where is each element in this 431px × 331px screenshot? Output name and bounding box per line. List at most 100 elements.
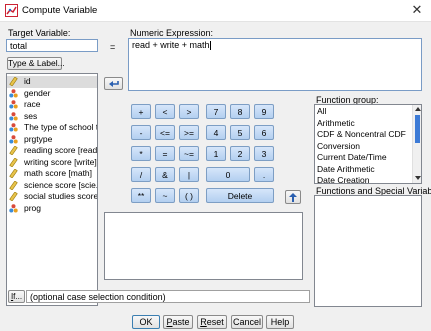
nominal-icon <box>9 100 21 109</box>
keypad-button[interactable]: 8 <box>230 104 250 119</box>
scale-ruler-icon <box>9 77 21 87</box>
variable-label: id <box>24 76 31 86</box>
arrow-left-icon <box>108 80 119 87</box>
variable-item[interactable]: social studies score... <box>7 191 97 203</box>
variable-label: writing score [write] <box>24 156 97 167</box>
scale-ruler-icon <box>9 169 21 179</box>
variable-item[interactable]: id <box>7 76 97 88</box>
target-variable-label: Target Variable: <box>8 28 71 38</box>
keypad-button[interactable]: = <box>155 146 175 161</box>
keypad-button[interactable]: 6 <box>254 125 274 140</box>
keypad-button[interactable]: >= <box>179 125 199 140</box>
function-group-item[interactable]: Arithmetic <box>315 118 411 130</box>
arrow-up-icon <box>289 193 297 203</box>
text-cursor <box>209 41 211 51</box>
numeric-expression-input[interactable]: read + write + math <box>128 38 422 91</box>
numeric-expression-label: Numeric Expression: <box>130 28 214 38</box>
if-condition-field: (optional case selection condition) <box>26 290 310 303</box>
function-group-item[interactable]: Date Creation <box>315 175 411 183</box>
nominal-icon <box>9 89 21 98</box>
variable-item[interactable]: The type of school t... <box>7 122 97 134</box>
keypad-button[interactable]: 5 <box>230 125 250 140</box>
keypad-button[interactable]: * <box>131 146 151 161</box>
nominal-icon <box>9 204 21 213</box>
keypad-button[interactable]: 7 <box>206 104 226 119</box>
numeric-expression-text: read + write + math <box>132 40 210 50</box>
keypad-button[interactable]: - <box>131 125 151 140</box>
scale-ruler-icon <box>9 180 21 190</box>
variable-label: reading score [read] <box>24 145 98 155</box>
nominal-icon <box>9 123 21 132</box>
keypad-button[interactable]: + <box>131 104 151 119</box>
keypad-button[interactable]: ~= <box>179 146 199 161</box>
target-variable-input[interactable]: total <box>6 39 98 52</box>
close-icon[interactable]: ✕ <box>409 2 425 18</box>
variable-item[interactable]: science score [scie... <box>7 180 97 192</box>
keypad-button[interactable]: <= <box>155 125 175 140</box>
variable-label: gender <box>24 87 51 98</box>
if-button[interactable]: If... <box>8 290 25 303</box>
keypad-button[interactable]: 9 <box>254 104 274 119</box>
function-group-item[interactable]: CDF & Noncentral CDF <box>315 129 411 141</box>
function-group-scrollbar[interactable] <box>412 105 421 183</box>
variable-item[interactable]: prog <box>7 203 97 215</box>
nominal-icon <box>9 135 21 144</box>
variable-label: math score [math] <box>24 168 93 178</box>
scale-ruler-icon <box>9 192 21 202</box>
keypad-button[interactable]: & <box>155 167 175 182</box>
nominal-icon <box>9 112 21 121</box>
scale-ruler-icon <box>9 146 21 156</box>
function-description-area <box>104 212 303 280</box>
variable-label: race <box>24 99 41 109</box>
type-label-button[interactable]: Type & Label... <box>7 57 65 70</box>
scale-ruler-icon <box>9 157 21 167</box>
variable-item[interactable]: race <box>7 99 97 111</box>
title-bar: Compute Variable ✕ <box>0 0 431 22</box>
function-group-list[interactable]: All Arithmetic CDF & Noncentral CDF Convers… <box>314 104 422 184</box>
variable-label: prgtype <box>24 133 53 144</box>
variable-label: social studies score... <box>24 191 98 201</box>
move-variable-button[interactable] <box>104 77 123 90</box>
ok-button[interactable]: OK <box>132 315 160 329</box>
keypad-button[interactable]: Delete <box>206 188 274 203</box>
variable-label: science score [scie... <box>24 179 98 190</box>
functions-special-list[interactable] <box>314 195 422 307</box>
keypad-button[interactable]: ( ) <box>179 188 199 203</box>
keypad-button[interactable]: ** <box>131 188 151 203</box>
function-group-item[interactable]: Conversion <box>315 141 411 153</box>
function-group-item[interactable]: Date Arithmetic <box>315 164 411 176</box>
variable-item[interactable]: gender <box>7 88 97 100</box>
keypad-button[interactable]: ~ <box>155 188 175 203</box>
variable-label: prog <box>24 202 42 213</box>
spss-app-icon <box>5 4 18 17</box>
keypad-button[interactable]: | <box>179 167 199 182</box>
paste-button[interactable]: Paste <box>163 315 193 329</box>
variable-item[interactable]: ses <box>7 111 97 123</box>
scroll-down-icon[interactable] <box>414 176 421 180</box>
keypad-button[interactable]: 0 <box>206 167 250 182</box>
move-function-button[interactable] <box>285 190 301 204</box>
scroll-up-icon[interactable] <box>414 107 421 111</box>
keypad-button[interactable]: 1 <box>206 146 226 161</box>
variable-label: The type of school t... <box>24 122 98 132</box>
help-button[interactable]: Help <box>266 315 294 329</box>
keypad-button[interactable]: / <box>131 167 151 182</box>
variable-label: ses <box>24 110 38 121</box>
variables-list[interactable]: id gender race ses The type of school t... pr… <box>6 73 98 306</box>
scroll-thumb[interactable] <box>414 115 420 143</box>
keypad-button[interactable]: 4 <box>206 125 226 140</box>
variable-item[interactable]: reading score [read] <box>7 145 97 157</box>
reset-button[interactable]: Reset <box>197 315 227 329</box>
keypad-button[interactable]: > <box>179 104 199 119</box>
variable-item[interactable]: writing score [write] <box>7 157 97 169</box>
equals-sign: = <box>110 42 116 52</box>
cancel-button[interactable]: Cancel <box>231 315 263 329</box>
keypad-button[interactable]: < <box>155 104 175 119</box>
variable-item[interactable]: math score [math] <box>7 168 97 180</box>
keypad-button[interactable]: 3 <box>254 146 274 161</box>
keypad-button[interactable]: . <box>254 167 274 182</box>
keypad-button[interactable]: 2 <box>230 146 250 161</box>
function-group-item[interactable]: All <box>315 106 411 118</box>
function-group-item[interactable]: Current Date/Time <box>315 152 411 164</box>
variable-item[interactable]: prgtype <box>7 134 97 146</box>
